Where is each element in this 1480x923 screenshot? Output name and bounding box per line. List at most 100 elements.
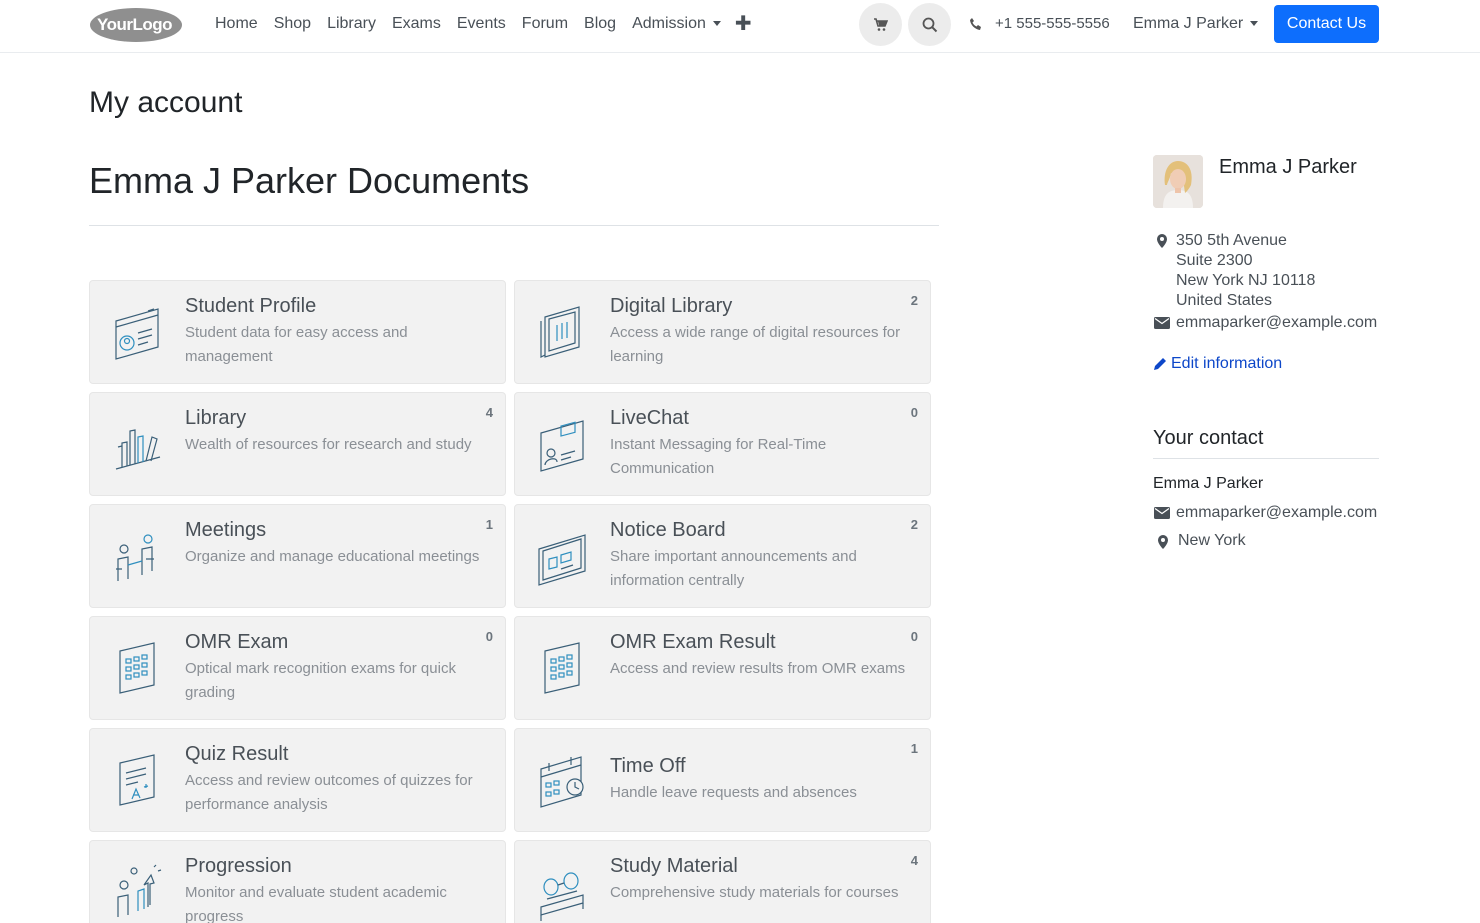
user-menu[interactable]: Emma J Parker xyxy=(1133,0,1259,47)
card-title: OMR Exam xyxy=(185,631,289,653)
card-title: Digital Library xyxy=(610,295,733,317)
divider xyxy=(89,225,939,226)
contact-email[interactable]: emmaparker@example.com xyxy=(1176,504,1377,522)
documents-title: Emma J Parker Documents xyxy=(89,160,530,201)
card-quiz-result[interactable]: Quiz Result Access and review outcomes o… xyxy=(89,728,506,832)
top-navbar: YourLogo Home Shop Library Exams Events … xyxy=(0,0,1480,53)
card-description: Access a wide range of digital resources… xyxy=(610,324,901,365)
card-description: Student data for easy access and managem… xyxy=(185,324,408,365)
digital-library-icon xyxy=(540,306,580,358)
card-title: Notice Board xyxy=(610,519,726,541)
card-student-profile[interactable]: Student Profile Student data for easy ac… xyxy=(89,280,506,384)
contact-city: New York xyxy=(1178,532,1246,549)
count-badge: 0 xyxy=(910,629,918,644)
card-description: Access and review results from OMR exams xyxy=(610,660,906,677)
address-line: Suite 2300 xyxy=(1176,252,1253,269)
card-title: Library xyxy=(185,407,247,429)
cart-button[interactable] xyxy=(859,3,902,46)
nav-blog[interactable]: Blog xyxy=(576,15,624,33)
envelope-icon xyxy=(1154,317,1170,329)
search-icon xyxy=(922,17,937,32)
main-nav: Home Shop Library Exams Events Forum Blo… xyxy=(207,0,760,47)
card-description: Comprehensive study materials for course… xyxy=(610,884,899,901)
card-time-off[interactable]: Time Off Handle leave requests and absen… xyxy=(514,728,931,832)
card-omr-exam[interactable]: OMR Exam Optical mark recognition exams … xyxy=(89,616,506,720)
card-digital-library[interactable]: Digital Library Access a wide range of d… xyxy=(514,280,931,384)
card-description: Instant Messaging for Real-Time Communic… xyxy=(610,436,827,477)
contact-us-button[interactable]: Contact Us xyxy=(1274,5,1379,43)
card-progression[interactable]: Progression Monitor and evaluate student… xyxy=(89,840,506,923)
count-badge: 2 xyxy=(910,517,918,532)
card-notice-board[interactable]: Notice Board Share important announcemen… xyxy=(514,504,931,608)
student-profile-icon xyxy=(115,308,159,360)
card-description: Share important announcements and inform… xyxy=(610,548,857,589)
nav-exams[interactable]: Exams xyxy=(384,15,449,33)
card-title: Student Profile xyxy=(185,295,317,317)
plus-icon[interactable]: ✚ xyxy=(729,11,760,36)
card-title: Progression xyxy=(185,855,292,877)
chevron-down-icon xyxy=(1250,21,1259,26)
phone-icon xyxy=(970,17,981,30)
card-description: Handle leave requests and absences xyxy=(610,784,857,801)
card-meetings[interactable]: Meetings Organize and manage educational… xyxy=(89,504,506,608)
address-line: New York NJ 10118 xyxy=(1176,272,1316,289)
card-description: Optical mark recognition exams for quick… xyxy=(185,660,456,701)
card-omr-exam-result[interactable]: OMR Exam Result Access and review result… xyxy=(514,616,931,720)
card-description: Wealth of resources for research and stu… xyxy=(185,436,472,453)
omr-result-icon xyxy=(544,642,580,694)
count-badge: 1 xyxy=(910,741,918,756)
address: 350 5th Avenue Suite 2300 New York NJ 10… xyxy=(1176,231,1315,311)
cart-icon xyxy=(874,17,888,31)
omr-exam-icon xyxy=(119,642,155,694)
pencil-icon xyxy=(1154,358,1166,370)
library-icon xyxy=(115,429,161,470)
page-title: My account xyxy=(89,86,243,119)
avatar xyxy=(1153,155,1203,208)
card-title: Quiz Result xyxy=(185,743,289,765)
card-title: OMR Exam Result xyxy=(610,631,776,653)
card-description: Organize and manage educational meetings xyxy=(185,548,480,565)
nav-home[interactable]: Home xyxy=(207,15,266,33)
count-badge: 0 xyxy=(485,629,493,644)
nav-events[interactable]: Events xyxy=(449,15,514,33)
map-marker-icon xyxy=(1158,535,1168,549)
phone-link[interactable]: +1 555-555-5556 xyxy=(969,0,1110,47)
time-off-icon xyxy=(540,756,584,808)
your-contact-heading: Your contact xyxy=(1153,427,1264,449)
nav-forum[interactable]: Forum xyxy=(514,15,576,33)
card-library[interactable]: Library Wealth of resources for research… xyxy=(89,392,506,496)
nav-admission[interactable]: Admission xyxy=(624,15,729,33)
nav-shop[interactable]: Shop xyxy=(266,15,319,33)
envelope-icon xyxy=(1154,507,1170,519)
search-button[interactable] xyxy=(908,3,951,46)
nav-library[interactable]: Library xyxy=(319,15,384,33)
address-line: 350 5th Avenue xyxy=(1176,232,1287,249)
address-line: United States xyxy=(1176,292,1273,309)
user-name: Emma J Parker xyxy=(1133,14,1244,32)
study-material-icon xyxy=(540,872,584,921)
edit-information-label: Edit information xyxy=(1171,355,1283,372)
profile-email: emmaparker@example.com xyxy=(1176,314,1378,331)
notice-board-icon xyxy=(538,534,586,586)
divider xyxy=(1153,458,1379,459)
count-badge: 4 xyxy=(910,853,918,868)
livechat-icon xyxy=(540,420,584,472)
card-livechat[interactable]: LiveChat Instant Messaging for Real-Time… xyxy=(514,392,931,496)
nav-admission-label: Admission xyxy=(632,14,706,32)
progression-icon xyxy=(117,864,162,917)
svg-text:YourLogo: YourLogo xyxy=(97,15,172,34)
card-title: Time Off xyxy=(610,755,686,777)
profile-name: Emma J Parker xyxy=(1219,156,1357,178)
chevron-down-icon xyxy=(712,21,721,26)
card-description: Monitor and evaluate student academic pr… xyxy=(185,884,447,923)
map-marker-icon xyxy=(1157,234,1167,248)
phone-number: +1 555-555-5556 xyxy=(995,15,1110,32)
logo[interactable]: YourLogo xyxy=(89,6,183,44)
card-description: Access and review outcomes of quizzes fo… xyxy=(185,772,473,813)
count-badge: 0 xyxy=(910,405,918,420)
card-title: Study Material xyxy=(610,855,738,877)
card-study-material[interactable]: Study Material Comprehensive study mater… xyxy=(514,840,931,923)
card-title: Meetings xyxy=(185,519,267,541)
edit-information-link[interactable]: Edit information xyxy=(1153,355,1282,373)
contact-name: Emma J Parker xyxy=(1153,475,1264,492)
